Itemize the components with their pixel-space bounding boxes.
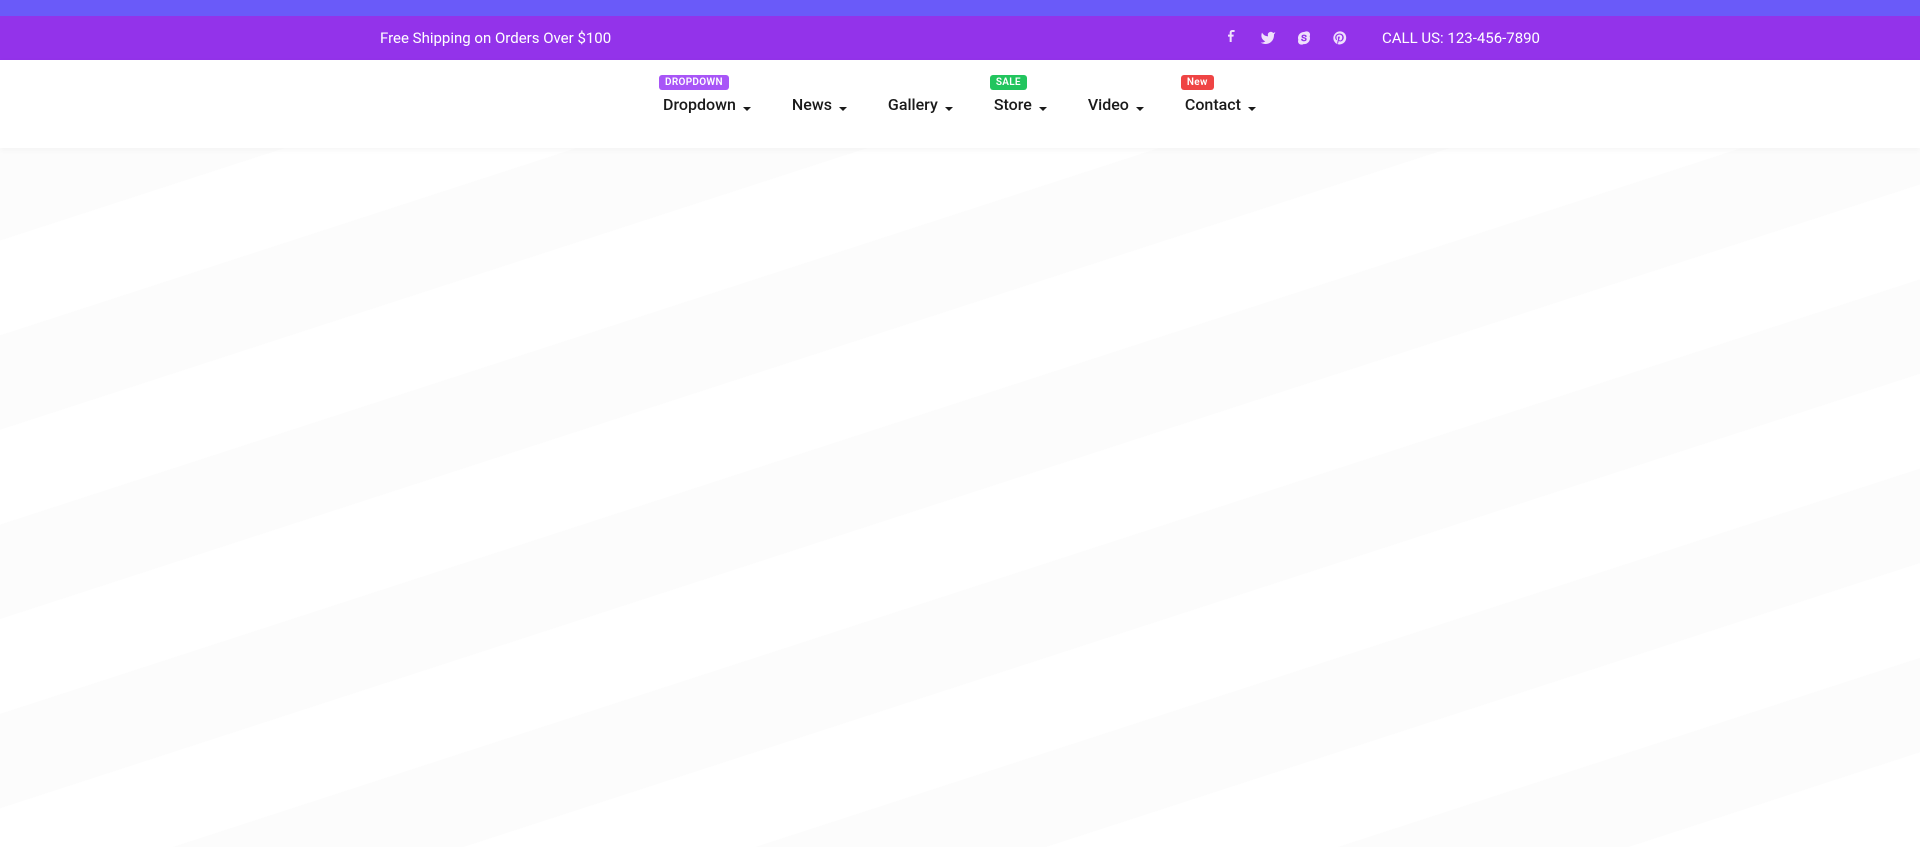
nav-label: Dropdown (663, 95, 736, 114)
shipping-text: Free Shipping on Orders Over $100 (380, 29, 611, 47)
chevron-down-icon (1247, 99, 1257, 109)
chevron-down-icon (838, 99, 848, 109)
chevron-down-icon (742, 99, 752, 109)
badge-sale: SALE (990, 75, 1027, 90)
nav-label: Store (994, 95, 1032, 114)
twitter-icon[interactable] (1260, 30, 1276, 46)
nav-label: News (792, 95, 832, 114)
hero-section (0, 148, 1920, 847)
pinterest-icon[interactable] (1332, 30, 1348, 46)
nav-item-video[interactable]: Video (1088, 95, 1145, 114)
nav-item-dropdown[interactable]: DROPDOWN Dropdown (663, 95, 752, 114)
nav-label: Contact (1185, 95, 1241, 114)
chevron-down-icon (944, 99, 954, 109)
main-nav: DROPDOWN Dropdown News Gallery SALE (0, 60, 1920, 148)
nav-item-store[interactable]: SALE Store (994, 95, 1048, 114)
chevron-down-icon (1038, 99, 1048, 109)
nav-label: Video (1088, 95, 1129, 114)
call-us-text: CALL US: 123-456-7890 (1382, 29, 1540, 47)
nav-label: Gallery (888, 95, 938, 114)
skype-icon[interactable] (1296, 30, 1312, 46)
social-icons (1224, 30, 1348, 46)
badge-new: New (1181, 75, 1214, 90)
facebook-icon[interactable] (1224, 30, 1240, 46)
nav-item-contact[interactable]: New Contact (1185, 95, 1257, 114)
top-announcement-bar: Free Shipping on Orders Over $100 (0, 0, 1920, 60)
nav-item-news[interactable]: News (792, 95, 848, 114)
chevron-down-icon (1135, 99, 1145, 109)
nav-item-gallery[interactable]: Gallery (888, 95, 954, 114)
badge-dropdown: DROPDOWN (659, 75, 729, 90)
